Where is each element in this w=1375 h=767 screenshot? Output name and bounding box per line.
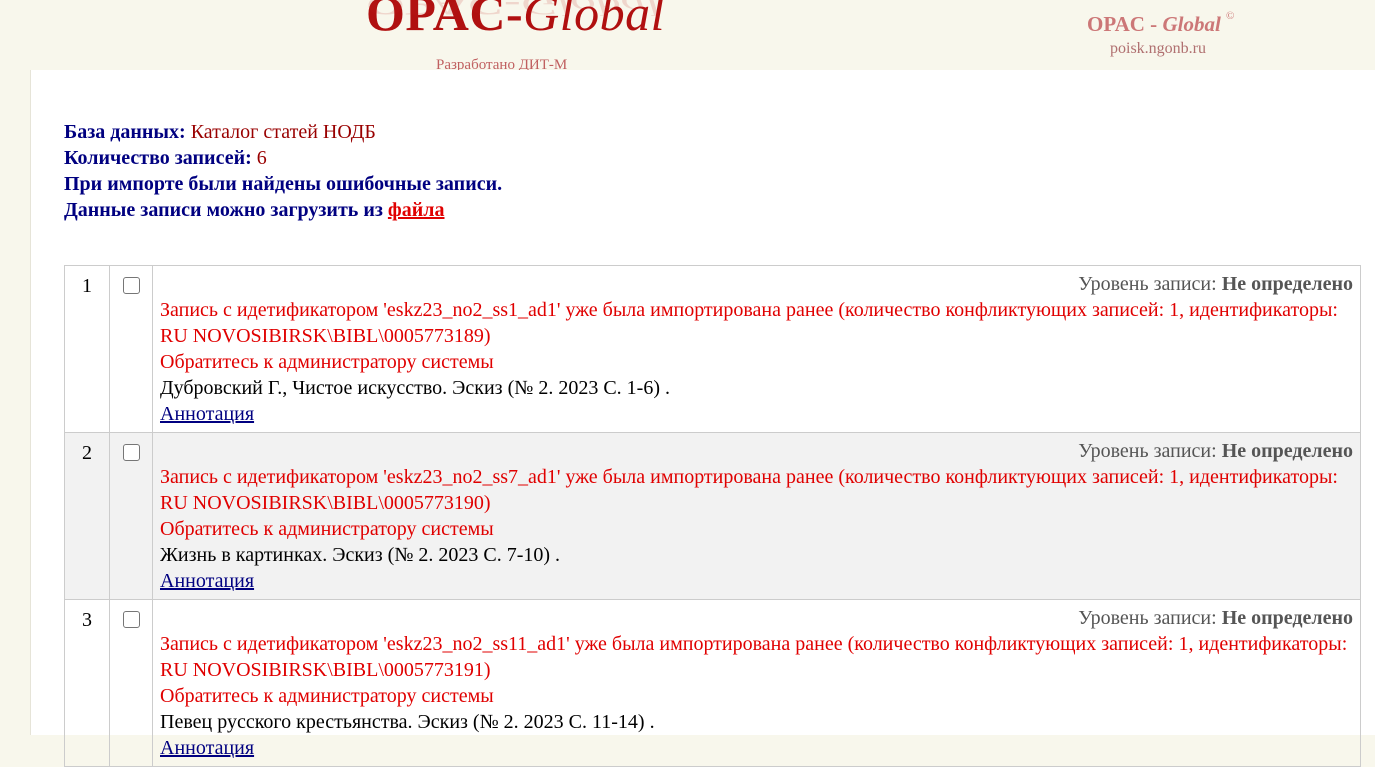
record-contact: Обратитесь к администратору системы (160, 351, 494, 373)
site-address: poisk.ngonb.ru (1110, 40, 1206, 57)
record-number: 2 (64, 432, 110, 600)
record-number: 1 (64, 265, 110, 433)
opac-global-logo: OPAC-Global OPAC-Global Разработано ДИТ-… (366, 0, 666, 74)
records-table: 1 Уровень записи: Не определено Запись с… (64, 265, 1361, 767)
record-number: 3 (64, 599, 110, 767)
table-row: 3 Уровень записи: Не определено Запись с… (64, 599, 1361, 767)
record-checkbox[interactable] (122, 444, 140, 461)
database-line: База данных: Каталог статей НОДБ (64, 119, 502, 145)
record-content: Уровень записи: Не определено Запись с и… (152, 432, 1361, 600)
count-line: Количество записей: 6 (64, 145, 502, 171)
record-level: Уровень записи: Не определено (1078, 273, 1353, 295)
page-header: OPAC-Global OPAC-Global Разработано ДИТ-… (0, 0, 1375, 73)
import-info: База данных: Каталог статей НОДБ Количес… (64, 119, 502, 223)
main-panel: База данных: Каталог статей НОДБ Количес… (30, 70, 1375, 767)
download-text: Данные записи можно загрузить из (64, 199, 383, 221)
record-error: Запись с идетификатором 'eskz23_no2_ss7_… (160, 466, 1338, 514)
record-error: Запись с идетификатором 'eskz23_no2_ss11… (160, 633, 1348, 681)
table-row: 1 Уровень записи: Не определено Запись с… (64, 265, 1361, 433)
count-value: 6 (256, 147, 267, 169)
record-level: Уровень записи: Не определено (1078, 607, 1353, 629)
count-label: Количество записей: (64, 147, 252, 169)
database-label: База данных: (64, 121, 186, 143)
database-value: Каталог статей НОДБ (190, 121, 376, 143)
download-file-link[interactable]: файла (388, 199, 445, 221)
annotation-link[interactable]: Аннотация (160, 403, 254, 425)
error-notice: При импорте были найдены ошибочные запис… (64, 173, 503, 195)
annotation-link[interactable]: Аннотация (160, 737, 254, 759)
record-contact: Обратитесь к администратору системы (160, 685, 494, 707)
record-level: Уровень записи: Не определено (1078, 440, 1353, 462)
record-error: Запись с идетификатором 'eskz23_no2_ss1_… (160, 299, 1338, 347)
record-description: Жизнь в картинках. Эскиз (№ 2. 2023 С. 7… (160, 544, 561, 566)
download-line: Данные записи можно загрузить из файла (64, 197, 502, 223)
logo-reflection: OPAC-Global (366, 0, 660, 22)
record-content: Уровень записи: Не определено Запись с и… (152, 265, 1361, 433)
record-description: Певец русского крестьянства. Эскиз (№ 2.… (160, 711, 655, 733)
table-row: 2 Уровень записи: Не определено Запись с… (64, 432, 1361, 600)
record-content: Уровень записи: Не определено Запись с и… (152, 599, 1361, 767)
record-description: Дубровский Г., Чистое искусство. Эскиз (… (160, 377, 670, 399)
record-checkbox[interactable] (122, 277, 140, 294)
record-checkbox[interactable] (122, 611, 140, 628)
record-contact: Обратитесь к администратору системы (160, 518, 494, 540)
brand-title: OPAC - Global © (1087, 10, 1235, 36)
annotation-link[interactable]: Аннотация (160, 570, 254, 592)
